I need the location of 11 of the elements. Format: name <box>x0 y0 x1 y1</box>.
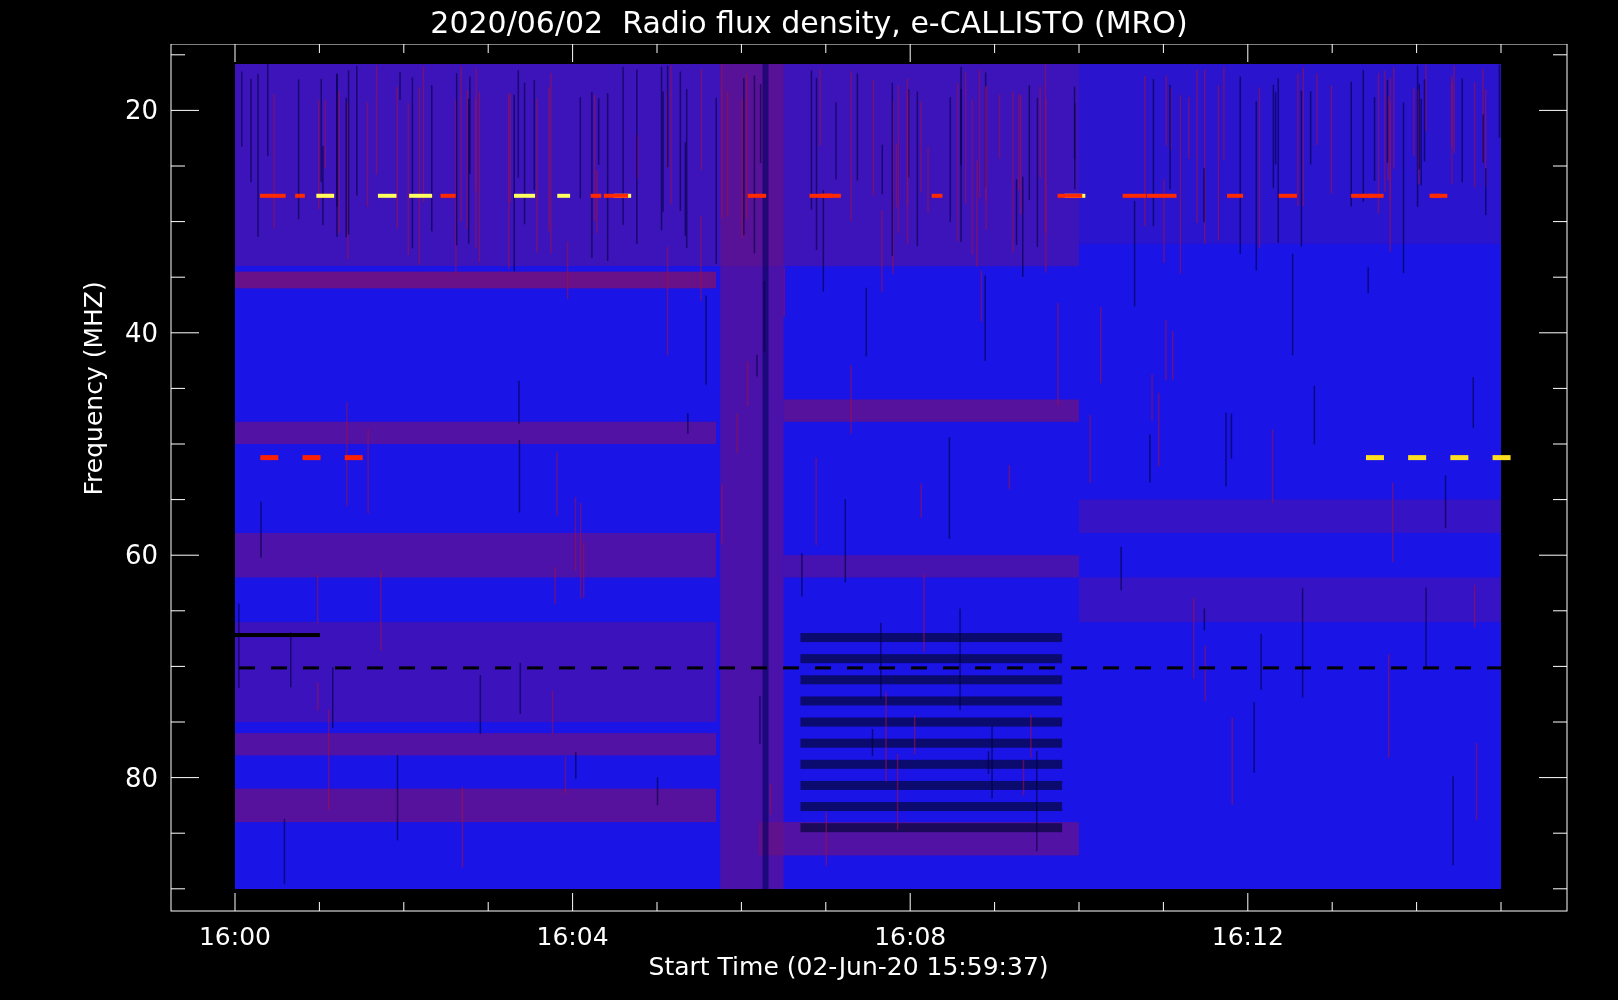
axis-tick-label: 16:08 <box>874 922 947 951</box>
axis-tick-label: 80 <box>124 762 158 793</box>
axis-title: Frequency (MHZ) <box>79 281 108 496</box>
axis-tick-label: 60 <box>124 540 158 571</box>
axis-tick-label: 16:00 <box>199 922 271 951</box>
axis-tick-label: 16:04 <box>536 922 609 951</box>
axis-tick-label: 16:12 <box>1211 922 1284 951</box>
axis-tick-label: 40 <box>124 317 158 348</box>
axis-tick-label: 20 <box>124 95 158 126</box>
axis-title: Start Time (02-Jun-20 15:59:37) <box>648 952 1049 981</box>
chart-title: 2020/06/02 Radio flux density, e-CALLISTO (MRO) <box>430 4 1188 40</box>
